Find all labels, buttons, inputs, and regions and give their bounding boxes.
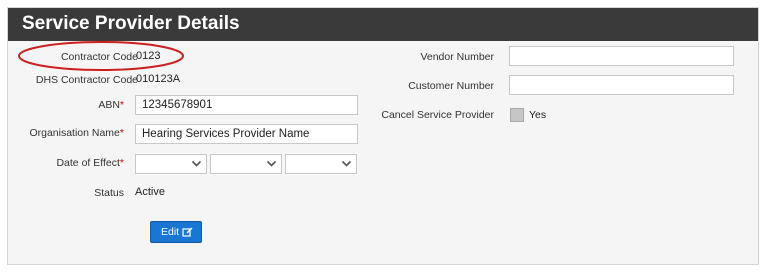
edit-icon (182, 227, 193, 237)
customer-number-label: Customer Number (408, 80, 494, 92)
required-mark: * (119, 127, 124, 139)
contractor-code-value: 0123 (136, 50, 161, 62)
customer-number-field[interactable] (509, 75, 734, 95)
organisation-name-field[interactable]: Hearing Services Provider Name (135, 124, 358, 144)
organisation-name-label: Organisation Name* (29, 127, 124, 139)
dhs-contractor-code-label: DHS Contractor Code (35, 74, 138, 86)
cancel-service-provider-option-label: Yes (529, 109, 547, 121)
chevron-down-icon (191, 160, 202, 167)
date-day-select[interactable] (135, 154, 207, 174)
dhs-contractor-code-value: 010123A (136, 73, 181, 85)
abn-field[interactable]: 12345678901 (135, 95, 358, 115)
vendor-number-field[interactable] (509, 46, 734, 66)
required-mark: * (119, 157, 124, 169)
status-value: Active (135, 186, 165, 198)
vendor-number-label: Vendor Number (420, 51, 494, 63)
date-year-select[interactable] (285, 154, 357, 174)
date-of-effect-label: Date of Effect* (56, 157, 124, 169)
edit-button[interactable]: Edit (150, 221, 202, 243)
cancel-service-provider-label: Cancel Service Provider (381, 109, 494, 121)
required-mark: * (119, 99, 124, 111)
edit-button-label: Edit (161, 226, 180, 238)
abn-label: ABN* (98, 99, 124, 111)
contractor-code-label: Contractor Code (60, 51, 138, 63)
panel-header: Service Provider Details (8, 8, 758, 41)
chevron-down-icon (266, 160, 277, 167)
service-provider-panel: Service Provider Details Contractor Code… (7, 7, 759, 265)
page-title: Service Provider Details (22, 13, 240, 34)
status-label: Status (94, 187, 124, 199)
date-month-select[interactable] (210, 154, 282, 174)
chevron-down-icon (341, 160, 352, 167)
cancel-service-provider-checkbox[interactable] (510, 108, 524, 122)
